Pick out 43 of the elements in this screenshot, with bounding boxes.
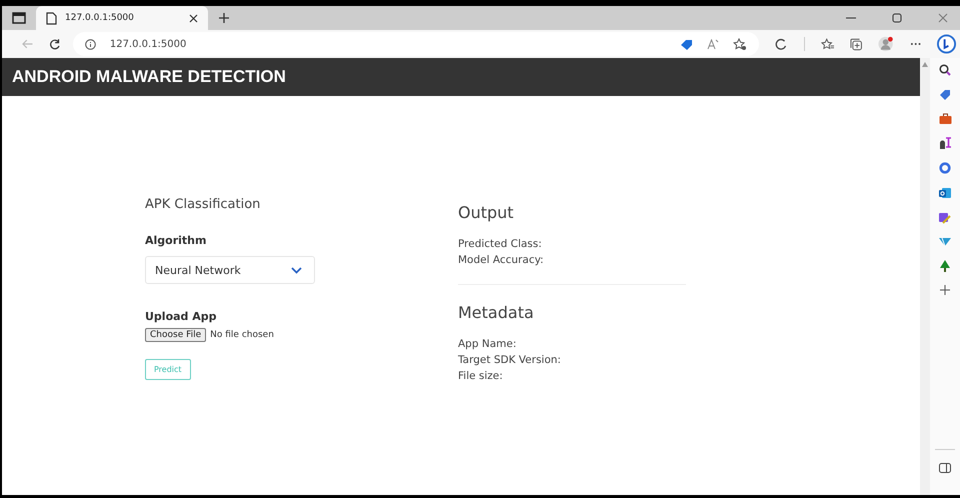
sidebar-panel-icon[interactable] (939, 463, 951, 473)
new-tab-icon[interactable] (218, 12, 230, 24)
section-heading: APK Classification (145, 197, 260, 212)
section-heading: Output (458, 203, 515, 222)
output-field-label: Predicted Class: (458, 237, 543, 252)
info-icon[interactable] (84, 38, 96, 50)
field-label: Algorithm (145, 234, 206, 247)
pencil-icon[interactable] (939, 212, 951, 224)
scrollbar[interactable] (920, 58, 930, 495)
output-field-label: Model Accuracy: (458, 253, 545, 268)
metadata-field-label: Target SDK Version: (458, 353, 562, 368)
maximize-icon[interactable] (892, 13, 902, 23)
tree-icon[interactable] (939, 260, 951, 272)
search-icon[interactable] (939, 64, 951, 76)
tag-icon[interactable] (939, 89, 951, 100)
collections-icon[interactable] (850, 38, 862, 50)
more-options-icon[interactable] (910, 42, 921, 46)
favorites-icon[interactable] (820, 38, 834, 50)
tab-actions-icon[interactable] (12, 12, 26, 24)
algorithm-dropdown[interactable]: Neural Network (145, 256, 315, 284)
chevron-down-icon (291, 266, 302, 274)
tag-icon[interactable] (680, 38, 694, 50)
profile-avatar-icon[interactable] (878, 36, 894, 52)
file-status-text: No file chosen (210, 330, 274, 340)
section-heading: Metadata (458, 303, 535, 322)
paper-plane-icon[interactable] (939, 237, 951, 247)
mail-icon[interactable] (939, 187, 951, 199)
briefcase-icon[interactable] (938, 113, 952, 124)
add-icon[interactable] (940, 285, 950, 295)
read-aloud-icon[interactable] (707, 38, 720, 50)
field-label: Upload App (145, 310, 217, 323)
browser-tab[interactable]: 127.0.0.1:5000 (36, 6, 208, 30)
close-icon[interactable] (189, 14, 198, 22)
app-title: ANDROID MALWARE DETECTION (12, 67, 286, 87)
page-icon (46, 12, 57, 24)
address-field[interactable]: 127.0.0.1:5000 (72, 32, 760, 56)
refresh-icon[interactable] (49, 38, 61, 50)
metadata-field-label: App Name: (458, 337, 518, 352)
favorite-star-icon[interactable] (733, 38, 748, 50)
chat-icon[interactable] (936, 34, 956, 54)
choose-file-button[interactable]: Choose File (145, 328, 206, 342)
ring-icon[interactable] (939, 162, 951, 174)
metadata-field-label: File size: (458, 369, 504, 384)
